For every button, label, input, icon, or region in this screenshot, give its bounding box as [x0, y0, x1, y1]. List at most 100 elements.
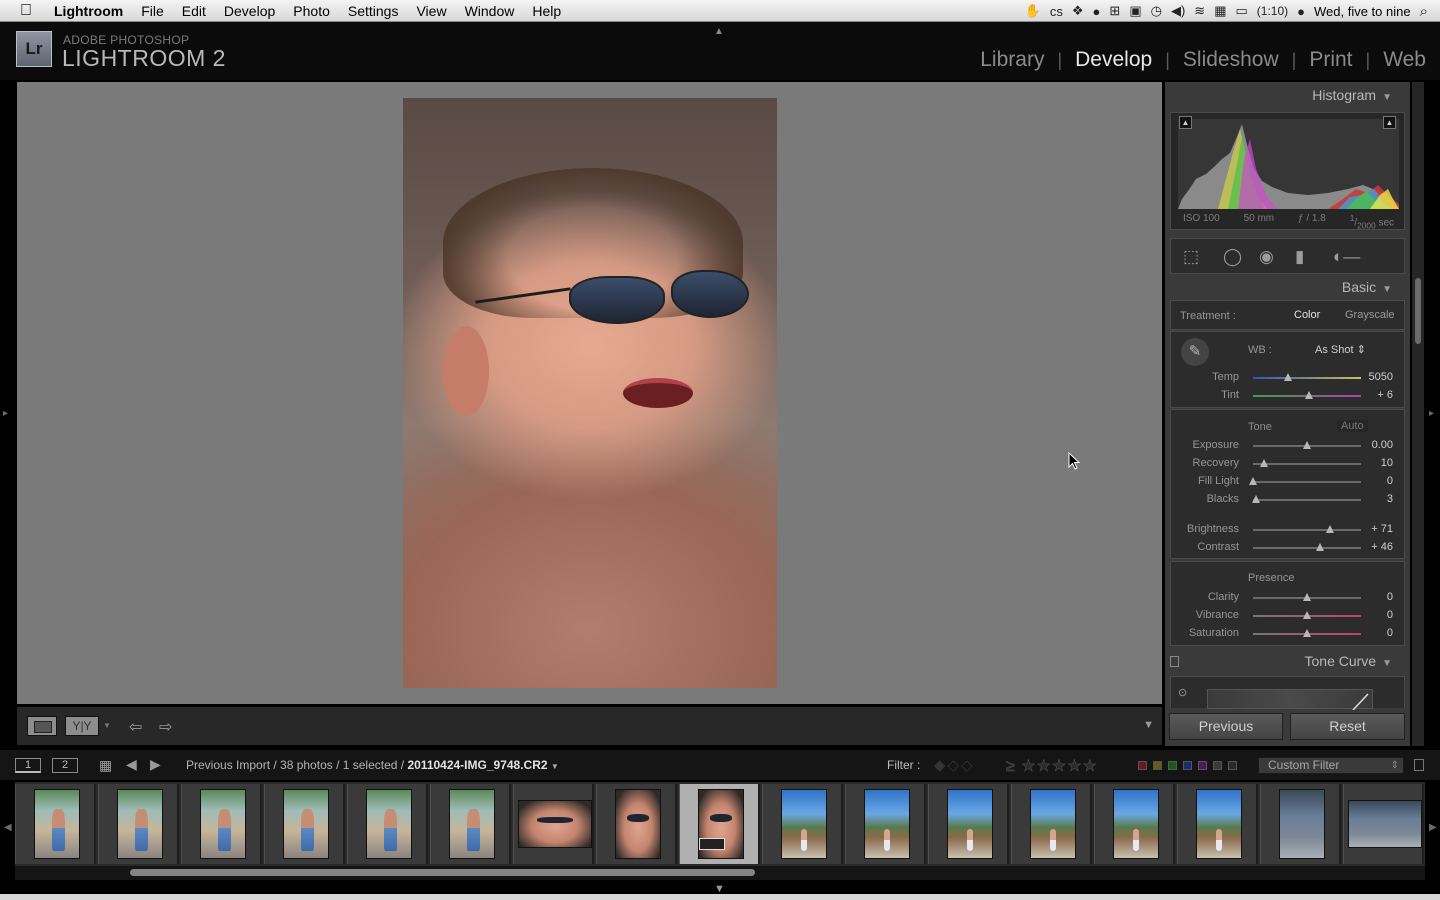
menu-develop[interactable]: Develop	[215, 3, 284, 19]
slider-handle[interactable]	[1305, 391, 1314, 399]
filmstrip-scrollbar[interactable]	[15, 866, 1425, 880]
right-panel-scrollbar[interactable]	[1412, 82, 1424, 746]
menu-edit[interactable]: Edit	[173, 3, 215, 19]
swap-left-icon[interactable]: ⇦	[129, 717, 142, 737]
slider-value[interactable]: 0	[1353, 591, 1393, 603]
previous-button[interactable]: Previous	[1169, 713, 1283, 740]
slider-track[interactable]	[1253, 593, 1361, 601]
slider-track[interactable]	[1249, 477, 1361, 485]
filmstrip-thumbnail[interactable]	[181, 784, 262, 864]
menu-app-name[interactable]: Lightroom	[52, 3, 132, 19]
color-filter-green[interactable]	[1168, 761, 1177, 770]
slider-value[interactable]: 10	[1353, 457, 1393, 469]
collapse-triangle-icon[interactable]: ▼	[1382, 92, 1392, 103]
filmstrip-thumbnail[interactable]	[1343, 784, 1424, 864]
main-photo[interactable]	[403, 98, 777, 688]
slider-handle[interactable]	[1283, 373, 1292, 381]
loupe-view-button[interactable]	[27, 716, 57, 736]
star-rating-filter[interactable]: ≥ ★★★★★	[1006, 756, 1098, 776]
slider-handle[interactable]	[1259, 459, 1268, 467]
primary-window-button[interactable]: 1	[15, 758, 41, 773]
slider-track[interactable]	[1253, 611, 1361, 619]
growl-icon[interactable]: ●	[1093, 4, 1101, 19]
toolbar-menu-icon[interactable]: ▼	[1143, 719, 1154, 731]
color-filter-red[interactable]	[1138, 761, 1147, 770]
highlight-clipping-button[interactable]: ▲	[1383, 116, 1396, 129]
filmstrip-thumbnail[interactable]	[596, 784, 677, 864]
color-filter-yellow[interactable]	[1153, 761, 1162, 770]
slider-value[interactable]: 0.00	[1353, 439, 1393, 451]
slider-track[interactable]	[1252, 495, 1361, 503]
filmstrip-thumbnail[interactable]	[430, 784, 511, 864]
back-arrow-icon[interactable]: ◀	[126, 756, 137, 773]
slider-track[interactable]	[1253, 543, 1361, 551]
dropbox-icon[interactable]: ❖	[1072, 3, 1084, 19]
source-dropdown-icon[interactable]: ▼	[551, 762, 559, 771]
collapse-top-arrow-icon[interactable]: ▲	[714, 26, 724, 37]
filmstrip-thumbnail[interactable]	[1260, 784, 1341, 864]
menu-window[interactable]: Window	[456, 3, 524, 19]
slider-track[interactable]	[1253, 459, 1361, 467]
slider-handle[interactable]	[1252, 495, 1261, 503]
filmstrip-thumbnail[interactable]	[845, 784, 926, 864]
battery-icon[interactable]: ▭	[1235, 3, 1247, 19]
apple-menu-icon[interactable]: 	[0, 2, 52, 20]
histogram-header[interactable]: Histogram ▼	[1312, 87, 1392, 103]
module-web[interactable]: Web	[1370, 48, 1426, 72]
wb-select[interactable]: As Shot ⇕	[1315, 343, 1366, 356]
filmstrip-thumbnail[interactable]	[679, 784, 760, 864]
filmstrip-thumbnail[interactable]	[928, 784, 1009, 864]
plus-box-icon[interactable]: ⊞	[1109, 3, 1120, 19]
cs-icon[interactable]: cs	[1050, 4, 1063, 19]
forward-arrow-icon[interactable]: ▶	[150, 756, 161, 773]
color-filter-custom[interactable]	[1213, 761, 1222, 770]
target-adjust-icon[interactable]: ⊙	[1178, 686, 1187, 699]
filmstrip-thumbnail[interactable]	[98, 784, 179, 864]
treatment-grayscale-button[interactable]: Grayscale	[1345, 309, 1395, 321]
scrollbar-thumb[interactable]	[1415, 278, 1421, 344]
menu-view[interactable]: View	[407, 3, 455, 19]
slider-handle[interactable]	[1303, 629, 1311, 637]
adjustment-brush-icon[interactable]: ◐—	[1333, 247, 1360, 267]
grid-view-icon[interactable]: ▦	[99, 757, 115, 773]
color-filter-none[interactable]	[1228, 761, 1237, 770]
slider-value[interactable]: 0	[1353, 475, 1393, 487]
module-print[interactable]: Print	[1296, 48, 1365, 72]
filter-lock-icon[interactable]	[1414, 759, 1424, 771]
calendar-icon[interactable]: ▦	[1214, 3, 1226, 19]
tone-curve-graph[interactable]	[1207, 689, 1373, 710]
filmstrip-thumbnail[interactable]	[1011, 784, 1092, 864]
slider-handle[interactable]	[1303, 611, 1311, 619]
right-panel-toggle-icon[interactable]: ▸	[1429, 408, 1434, 419]
filmstrip-thumbnail[interactable]	[513, 784, 594, 864]
menu-help[interactable]: Help	[523, 3, 570, 19]
slider-value[interactable]: + 46	[1353, 541, 1393, 553]
module-slideshow[interactable]: Slideshow	[1170, 48, 1292, 72]
flag-filters[interactable]: ◆◇◇	[934, 756, 975, 774]
wb-eyedropper-icon[interactable]: ✎	[1181, 338, 1209, 366]
filmstrip-thumbnail[interactable]	[15, 784, 96, 864]
treatment-color-button[interactable]: Color	[1294, 309, 1320, 321]
basic-header[interactable]: Basic ▼	[1342, 279, 1392, 295]
menu-photo[interactable]: Photo	[284, 3, 339, 19]
before-after-button[interactable]: Y|Y	[65, 716, 99, 736]
menu-settings[interactable]: Settings	[339, 3, 408, 19]
color-filter-blue[interactable]	[1183, 761, 1192, 770]
slider-handle[interactable]	[1325, 525, 1334, 533]
red-eye-icon[interactable]: ◉	[1259, 247, 1274, 267]
develop-canvas[interactable]	[17, 82, 1162, 704]
source-indicator[interactable]: Previous Import / 38 photos / 1 selected…	[186, 758, 559, 772]
spotlight-search-icon[interactable]: ⌕	[1420, 3, 1428, 20]
before-after-dropdown-icon[interactable]: ▼	[103, 721, 111, 730]
slider-handle[interactable]	[1315, 543, 1324, 551]
slider-value[interactable]: 0	[1353, 627, 1393, 639]
custom-filter-select[interactable]: Custom Filter	[1258, 757, 1404, 774]
hand-icon[interactable]: ✋	[1025, 3, 1041, 19]
slider-value[interactable]: + 71	[1353, 523, 1393, 535]
filmstrip-right-icon[interactable]: ▶	[1429, 822, 1437, 833]
filmstrip-thumbnail[interactable]	[1177, 784, 1258, 864]
slider-track[interactable]	[1253, 391, 1361, 399]
left-panel-toggle-icon[interactable]: ▸	[3, 408, 8, 419]
user-icon[interactable]: ●	[1297, 4, 1305, 19]
filmstrip-thumbnail[interactable]	[762, 784, 843, 864]
